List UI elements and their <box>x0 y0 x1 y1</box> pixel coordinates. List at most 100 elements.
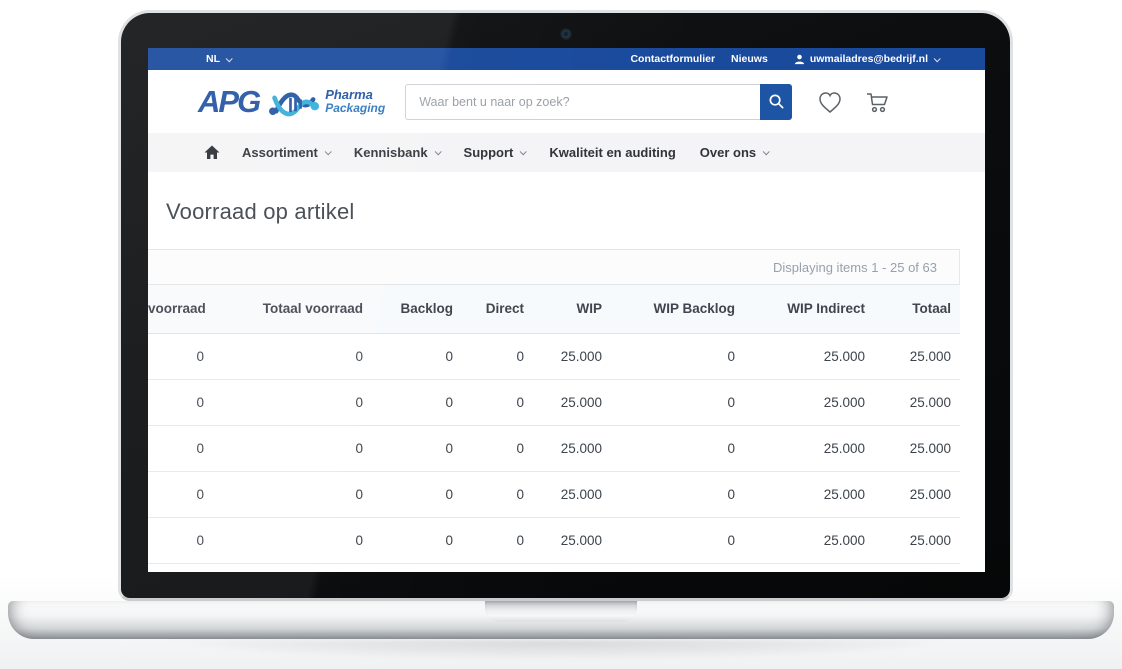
nav-item-label: Kennisbank <box>354 145 428 160</box>
column-header[interactable]: voorraad <box>148 285 213 333</box>
table-cell: 25.000 <box>533 517 611 563</box>
home-icon <box>204 145 220 160</box>
chevron-down-icon <box>934 55 941 62</box>
nav-item-label: Assortiment <box>242 145 318 160</box>
nav-item-label: Kwaliteit en auditing <box>549 145 675 160</box>
news-link[interactable]: Nieuws <box>731 53 768 65</box>
table-cell: 0 <box>372 333 462 379</box>
table-cell: 0 <box>462 425 533 471</box>
site-header: APG Pharma Packaging <box>148 70 985 133</box>
tagline-line2: Packaging <box>325 102 385 115</box>
stock-table: voorraadTotaal voorraadBacklogDirectWIPW… <box>148 285 960 564</box>
table-cell: 0 <box>148 379 213 425</box>
scene: NL Contactformulier Nieuws uwmailadres@b… <box>0 0 1122 669</box>
stock-table-card: Displaying items 1 - 25 of 63 voorraadTo… <box>148 249 960 564</box>
cart-icon <box>863 88 892 116</box>
table-row[interactable]: 000025.000025.00025.000 <box>148 333 960 379</box>
items-count: Displaying items 1 - 25 of 63 <box>773 260 937 275</box>
laptop-bezel: NL Contactformulier Nieuws uwmailadres@b… <box>118 10 1013 601</box>
table-cell: 25.000 <box>874 379 960 425</box>
table-cell: 0 <box>213 379 372 425</box>
laptop-notch <box>485 601 637 622</box>
cart-button[interactable] <box>863 88 892 116</box>
search-button[interactable] <box>760 84 792 120</box>
table-cell: 0 <box>462 333 533 379</box>
table-cell: 0 <box>372 471 462 517</box>
table-cell: 0 <box>372 517 462 563</box>
page-title: Voorraad op artikel <box>166 199 985 225</box>
brand-logo[interactable]: APG Pharma Packaging <box>198 81 385 123</box>
heart-icon <box>816 88 844 116</box>
table-cell: 0 <box>213 471 372 517</box>
table-cell: 0 <box>372 425 462 471</box>
table-cell: 0 <box>213 333 372 379</box>
column-header[interactable]: Totaal voorraad <box>213 285 372 333</box>
dna-helix-icon <box>267 81 319 123</box>
table-cell: 0 <box>462 379 533 425</box>
table-cell: 0 <box>611 333 744 379</box>
brand-name: APG <box>198 86 259 117</box>
laptop-base <box>8 601 1114 639</box>
nav-item-over-ons[interactable]: Over ons <box>700 145 768 160</box>
table-cell: 0 <box>611 471 744 517</box>
table-cell: 0 <box>611 425 744 471</box>
column-header[interactable]: Direct <box>462 285 533 333</box>
table-cell: 25.000 <box>874 425 960 471</box>
table-cell: 0 <box>213 517 372 563</box>
nav-item-label: Support <box>464 145 514 160</box>
laptop-reflection <box>30 640 1092 666</box>
chevron-down-icon <box>226 55 233 62</box>
brand-tagline: Pharma Packaging <box>325 88 385 115</box>
language-selector[interactable]: NL <box>206 53 231 65</box>
chevron-down-icon <box>325 148 332 155</box>
table-cell: 0 <box>372 379 462 425</box>
table-row[interactable]: 000025.000025.00025.000 <box>148 379 960 425</box>
nav-item-kennisbank[interactable]: Kennisbank <box>354 145 440 160</box>
table-cell: 25.000 <box>874 517 960 563</box>
table-row[interactable]: 000025.000025.00025.000 <box>148 517 960 563</box>
column-header[interactable]: WIP <box>533 285 611 333</box>
table-cell: 25.000 <box>744 517 874 563</box>
column-header[interactable]: WIP Indirect <box>744 285 874 333</box>
table-cell: 0 <box>462 471 533 517</box>
account-menu[interactable]: uwmailadres@bedrijf.nl <box>794 53 939 65</box>
home-button[interactable] <box>204 145 220 160</box>
table-cell: 25.000 <box>744 471 874 517</box>
contact-link[interactable]: Contactformulier <box>630 53 715 65</box>
chevron-down-icon <box>520 148 527 155</box>
tagline-line1: Pharma <box>325 88 385 102</box>
column-header[interactable]: Totaal <box>874 285 960 333</box>
table-cell: 0 <box>611 379 744 425</box>
pagination-status-bar: Displaying items 1 - 25 of 63 <box>148 249 959 285</box>
table-row[interactable]: 000025.000025.00025.000 <box>148 425 960 471</box>
table-cell: 0 <box>148 425 213 471</box>
table-cell: 25.000 <box>533 425 611 471</box>
table-cell: 0 <box>148 333 213 379</box>
column-header[interactable]: Backlog <box>372 285 462 333</box>
nav-item-support[interactable]: Support <box>464 145 526 160</box>
search-input[interactable] <box>405 84 760 120</box>
table-header-row: voorraadTotaal voorraadBacklogDirectWIPW… <box>148 285 960 333</box>
nav-item-kwaliteit-en-auditing[interactable]: Kwaliteit en auditing <box>549 145 675 160</box>
table-cell: 25.000 <box>744 425 874 471</box>
account-email: uwmailadres@bedrijf.nl <box>810 53 928 65</box>
wishlist-button[interactable] <box>816 88 844 116</box>
table-row[interactable]: 000025.000025.00025.000 <box>148 471 960 517</box>
user-icon <box>794 54 805 65</box>
table-cell: 0 <box>148 471 213 517</box>
nav-item-label: Over ons <box>700 145 756 160</box>
topbar: NL Contactformulier Nieuws uwmailadres@b… <box>148 48 985 70</box>
topbar-links: Contactformulier Nieuws uwmailadres@bedr… <box>630 53 939 65</box>
table-cell: 0 <box>148 517 213 563</box>
table-cell: 25.000 <box>874 333 960 379</box>
table-cell: 25.000 <box>744 333 874 379</box>
table-cell: 25.000 <box>533 471 611 517</box>
table-cell: 25.000 <box>533 333 611 379</box>
nav-item-assortiment[interactable]: Assortiment <box>242 145 330 160</box>
search-icon <box>768 93 785 110</box>
language-label: NL <box>206 53 220 65</box>
browser-viewport: NL Contactformulier Nieuws uwmailadres@b… <box>148 48 985 572</box>
column-header[interactable]: WIP Backlog <box>611 285 744 333</box>
chevron-down-icon <box>763 148 770 155</box>
table-cell: 0 <box>213 425 372 471</box>
